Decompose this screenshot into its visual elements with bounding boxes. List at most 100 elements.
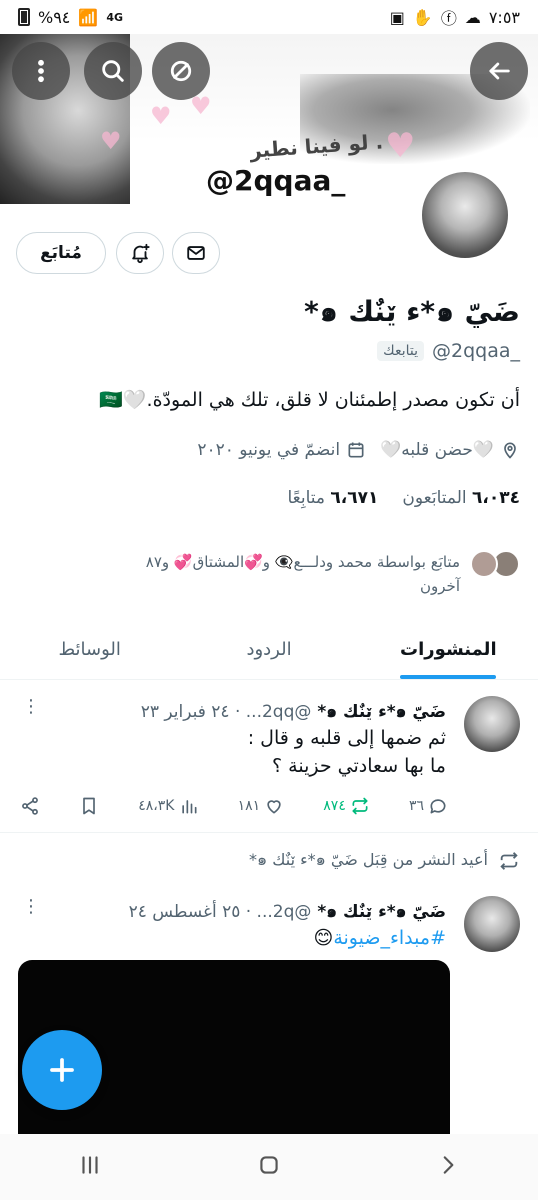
post-header: ضَيّ ๑*ء ێنٌك ๑* @2q... · ٢٥ أغسطس ٢٤ — [129, 898, 446, 925]
post-more-icon[interactable]: ⋮ — [22, 896, 40, 917]
recent-apps-icon — [82, 1156, 98, 1174]
post-meta: @2q... · ٢٥ أغسطس ٢٤ — [128, 901, 312, 922]
bookmark-button[interactable] — [79, 796, 99, 816]
more-options-button[interactable] — [12, 42, 70, 100]
post-meta: @2qq... · ٢٤ فبراير ٢٣ — [140, 701, 312, 722]
nav-back-button[interactable] — [435, 1152, 461, 1182]
gesture-icon: ✋ — [412, 7, 433, 27]
facebook-icon: ⓕ — [440, 9, 457, 28]
network-type: 4G — [106, 10, 123, 24]
heart-decoration-icon: ♥ — [100, 127, 122, 155]
compose-button[interactable] — [22, 1030, 102, 1110]
home-button[interactable] — [256, 1152, 282, 1182]
post-more-icon[interactable]: ⋮ — [22, 696, 40, 717]
home-square-icon — [260, 1156, 278, 1174]
repost-label-text: أعيد النشر من قِبَل ضَيّ ๑*ء ێنٌك ๑* — [249, 850, 488, 869]
post-actions: ٣٦ ٨٧٤ ١٨١ ٤٨،٣K — [20, 796, 448, 816]
bookmark-icon — [83, 797, 95, 815]
back-button[interactable] — [470, 42, 528, 100]
camera-icon: ▣ — [389, 7, 405, 27]
post-author-name[interactable]: ضَيّ ๑*ء ێنٌك ๑* — [317, 898, 446, 925]
reply-button[interactable]: ٣٦ — [409, 796, 448, 816]
post-text: #مبداء_ضيونة😊 — [314, 924, 447, 952]
location-text: 🤍حضن قلبه🤍 — [380, 440, 494, 460]
tab-replies[interactable]: الردود — [179, 620, 358, 679]
repost-icon — [352, 797, 368, 815]
bell-plus-icon — [132, 243, 150, 264]
post-author-avatar[interactable] — [464, 896, 520, 952]
location-pin-icon — [504, 442, 516, 459]
hashtag-link[interactable]: #مبداء_ضيونة — [333, 927, 446, 949]
repost-label: أعيد النشر من قِبَل ضَيّ ๑*ء ێنٌك ๑* — [249, 848, 520, 873]
following-button[interactable]: مُتابَع — [16, 232, 106, 274]
post-header: ضَيّ ๑*ء ێنٌك ๑* @2qq... · ٢٤ فبراير ٢٣ — [141, 698, 446, 725]
envelope-icon — [187, 246, 205, 260]
repost-count: ٨٧٤ — [323, 798, 346, 814]
repost-icon — [500, 851, 518, 870]
heart-icon — [267, 800, 281, 814]
followers-stat[interactable]: ٦،٠٣٤ المتابَعون — [402, 488, 520, 508]
follow-stats: ٦،٠٣٤ المتابَعون ٦،٦٧١ متابِعًا — [287, 488, 520, 508]
heart-decoration-icon: ♥ — [385, 126, 416, 166]
known-followers-line2: آخرون — [420, 577, 460, 595]
profile-avatar[interactable] — [418, 168, 512, 262]
tab-posts[interactable]: المنشورات — [359, 620, 538, 679]
grok-button[interactable] — [152, 42, 210, 100]
share-icon — [22, 797, 38, 815]
search-button[interactable] — [84, 42, 142, 100]
like-button[interactable]: ١٨١ — [238, 796, 285, 816]
known-followers-line1: متابَع بواسطة محمد ودلـــع👁‍🗨 و💞المشتاق💞… — [145, 553, 460, 571]
calendar-icon — [348, 442, 364, 458]
system-nav-bar — [0, 1134, 538, 1200]
share-button[interactable] — [20, 796, 40, 816]
notifications-button[interactable] — [116, 232, 164, 274]
joined-text: انضمّ في يونيو ٢٠٢٠ — [197, 440, 341, 460]
search-icon — [102, 60, 124, 82]
followers-label: المتابَعون — [402, 488, 467, 508]
reply-count: ٣٦ — [408, 798, 424, 814]
profile-tabs: المنشورات الردود الوسائط — [0, 620, 538, 680]
location-item: 🤍حضن قلبه🤍 — [380, 440, 520, 460]
slash-circle-icon — [170, 60, 192, 82]
plus-icon — [50, 1058, 74, 1082]
banner-handle: @2qqaa_ — [200, 164, 352, 197]
chevron-right-icon — [443, 1156, 454, 1174]
heart-decoration-icon: ♥ — [150, 102, 172, 130]
post-text-line: ما بها سعادتي حزينة ؟ — [272, 755, 446, 777]
followers-count: ٦،٠٣٤ — [472, 488, 520, 508]
known-followers-avatars — [468, 550, 520, 580]
known-followers[interactable]: متابَع بواسطة محمد ودلـــع👁‍🗨 و💞المشتاق💞… — [0, 550, 520, 598]
like-count: ١٨١ — [237, 798, 261, 814]
follows-you-badge: يتابعك — [377, 341, 424, 361]
more-vertical-icon — [38, 59, 44, 83]
status-bar: %٩٤ 📶 4G ▣ ✋ ⓕ ☁ ٧:٥٣ — [0, 0, 538, 34]
arrow-left-icon — [489, 62, 510, 80]
handle-row: @2qqaa_ يتابعك — [377, 340, 520, 362]
display-name: ضَيّ ๑*ء ێنٌك ๑* — [304, 295, 520, 328]
known-followers-text: متابَع بواسطة محمد ودلـــع👁‍🗨 و💞المشتاق💞… — [146, 550, 460, 598]
message-button[interactable] — [172, 232, 220, 274]
avatar — [470, 550, 498, 578]
post-text: ثم ضمها إلى قلبه و قال : ما بها سعادتي ح… — [248, 724, 446, 780]
joined-item: انضمّ في يونيو ٢٠٢٠ — [197, 440, 366, 460]
heart-decoration-icon: ♥ — [190, 92, 212, 120]
repost-button[interactable]: ٨٧٤ — [323, 796, 370, 816]
views-button[interactable]: ٤٨،٣K — [138, 796, 198, 816]
post-author-avatar[interactable] — [464, 696, 520, 752]
post-author-name[interactable]: ضَيّ ๑*ء ێنٌك ๑* — [317, 698, 446, 725]
tab-media[interactable]: الوسائط — [0, 620, 179, 679]
comment-icon — [430, 799, 446, 814]
post-text-line: ثم ضمها إلى قلبه و قال : — [247, 727, 446, 749]
battery-icon — [18, 8, 30, 26]
cloud-icon: ☁ — [464, 7, 481, 27]
recent-apps-button[interactable] — [77, 1152, 103, 1182]
following-stat[interactable]: ٦،٦٧١ متابِعًا — [287, 488, 378, 508]
views-count: ٤٨،٣K — [138, 798, 175, 814]
following-count: ٦،٦٧١ — [330, 488, 379, 508]
signal-icon: 📶 — [78, 7, 99, 27]
profile-meta: 🤍حضن قلبه🤍 انضمّ في يونيو ٢٠٢٠ — [197, 440, 520, 460]
profile-handle: @2qqaa_ — [432, 340, 520, 362]
clock-time: ٧:٥٣ — [488, 7, 520, 27]
post-emoji: 😊 — [313, 927, 334, 949]
battery-level: %٩٤ — [38, 7, 71, 27]
